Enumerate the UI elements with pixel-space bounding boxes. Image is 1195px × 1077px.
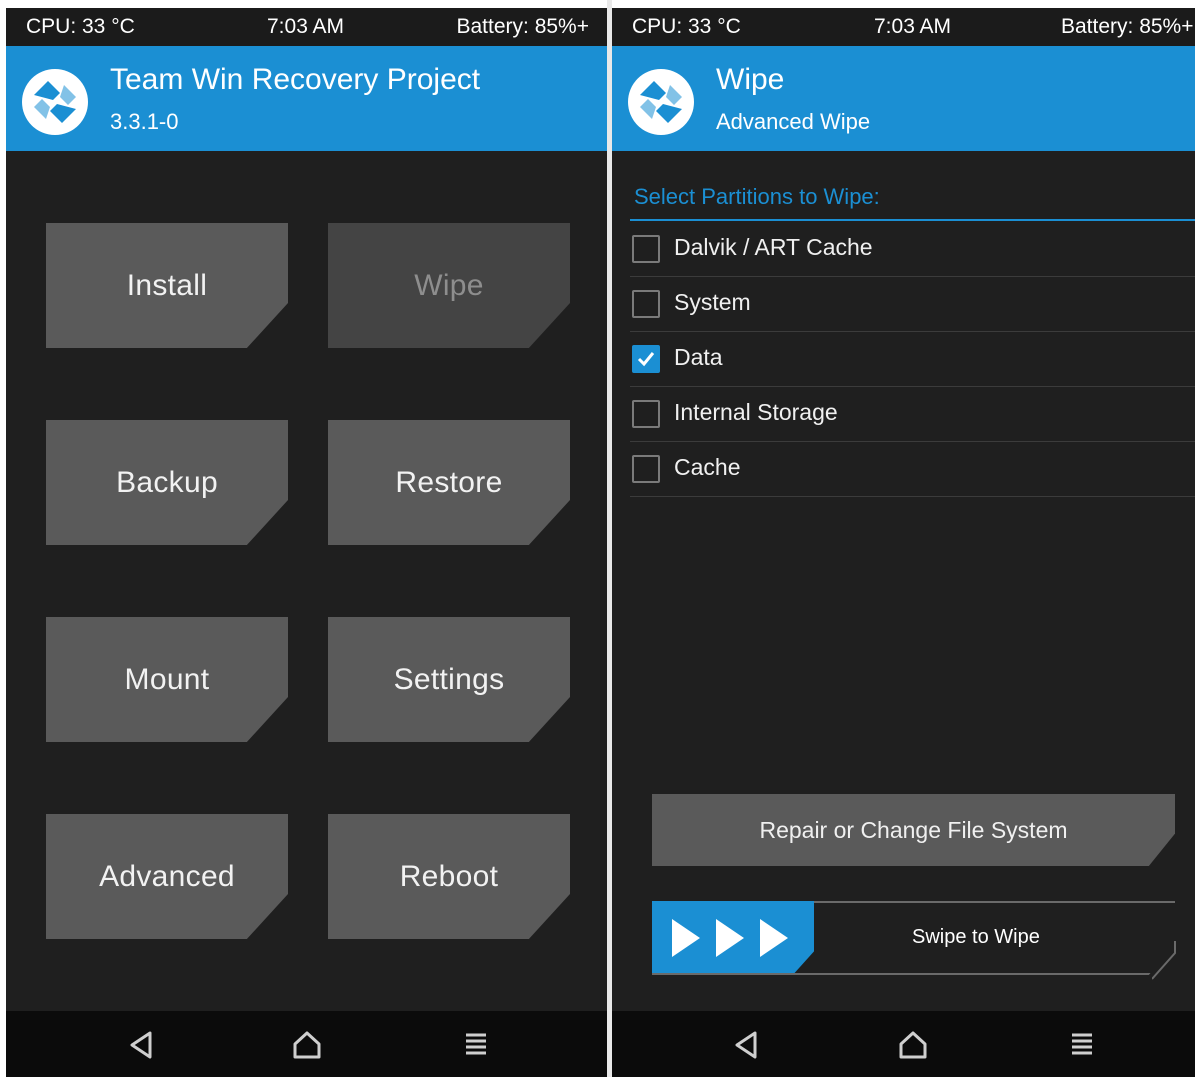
back-icon[interactable] [729, 1027, 765, 1063]
page-subtitle: Advanced Wipe [716, 109, 871, 134]
backup-button[interactable]: Backup [46, 420, 288, 545]
version-label: 3.3.1-0 [110, 109, 179, 134]
partition-row-data[interactable]: Data [630, 332, 1195, 387]
advanced-button[interactable]: Advanced [46, 814, 288, 939]
partition-row-dalvik[interactable]: Dalvik / ART Cache [630, 222, 1195, 277]
swipe-track-corner [1152, 941, 1176, 980]
partition-label: Data [674, 344, 723, 370]
partition-label: System [674, 289, 751, 315]
checkbox[interactable] [632, 455, 660, 483]
twrp-wipe-screen: CPU: 33 °C 7:03 AM Battery: 85%+ Wipe Ad… [612, 8, 1195, 1077]
menu-icon[interactable] [458, 1027, 494, 1063]
swipe-label: Swipe to Wipe [912, 926, 1040, 948]
back-icon[interactable] [124, 1027, 160, 1063]
swipe-handle[interactable] [652, 901, 814, 973]
checkbox-checked[interactable] [632, 345, 660, 373]
section-title: Select Partitions to Wipe: [634, 184, 880, 209]
partition-label: Dalvik / ART Cache [674, 234, 873, 260]
settings-button[interactable]: Settings [328, 617, 570, 742]
partition-row-system[interactable]: System [630, 277, 1195, 332]
app-header: Wipe Advanced Wipe [612, 46, 1195, 151]
cpu-temperature: CPU: 33 °C [26, 15, 135, 38]
clock: 7:03 AM [267, 15, 345, 38]
wipe-button[interactable]: Wipe [328, 223, 570, 348]
page-title: Team Win Recovery Project [110, 63, 481, 96]
page-title: Wipe [716, 63, 785, 96]
navigation-bar [612, 1011, 1195, 1077]
mount-button[interactable]: Mount [46, 617, 288, 742]
app-header: Team Win Recovery Project 3.3.1-0 [6, 46, 607, 151]
partition-label: Cache [674, 454, 741, 480]
repair-file-system-button[interactable]: Repair or Change File System [652, 794, 1175, 866]
status-bar: CPU: 33 °C 7:03 AM Battery: 85%+ [6, 8, 607, 46]
clock: 7:03 AM [874, 15, 952, 38]
restore-button[interactable]: Restore [328, 420, 570, 545]
twrp-main-screen: CPU: 33 °C 7:03 AM Battery: 85%+ Team Wi… [6, 8, 607, 1077]
navigation-bar [6, 1011, 607, 1077]
twrp-logo-icon [628, 69, 694, 135]
triple-arrow-icon [672, 919, 788, 957]
battery-level: Battery: 85%+ [1061, 15, 1194, 38]
twrp-logo-icon [22, 69, 88, 135]
checkbox[interactable] [632, 290, 660, 318]
checkbox[interactable] [632, 400, 660, 428]
partition-label: Internal Storage [674, 399, 838, 425]
home-icon[interactable] [289, 1027, 325, 1063]
install-button[interactable]: Install [46, 223, 288, 348]
reboot-button[interactable]: Reboot [328, 814, 570, 939]
menu-icon[interactable] [1064, 1027, 1100, 1063]
partition-row-cache[interactable]: Cache [630, 442, 1195, 497]
section-divider [630, 219, 1195, 221]
status-bar: CPU: 33 °C 7:03 AM Battery: 85%+ [612, 8, 1195, 46]
checkmark-icon [637, 352, 655, 367]
home-icon[interactable] [895, 1027, 931, 1063]
battery-level: Battery: 85%+ [456, 15, 590, 38]
cpu-temperature: CPU: 33 °C [632, 15, 741, 38]
partition-row-internal-storage[interactable]: Internal Storage [630, 387, 1195, 442]
checkbox[interactable] [632, 235, 660, 263]
